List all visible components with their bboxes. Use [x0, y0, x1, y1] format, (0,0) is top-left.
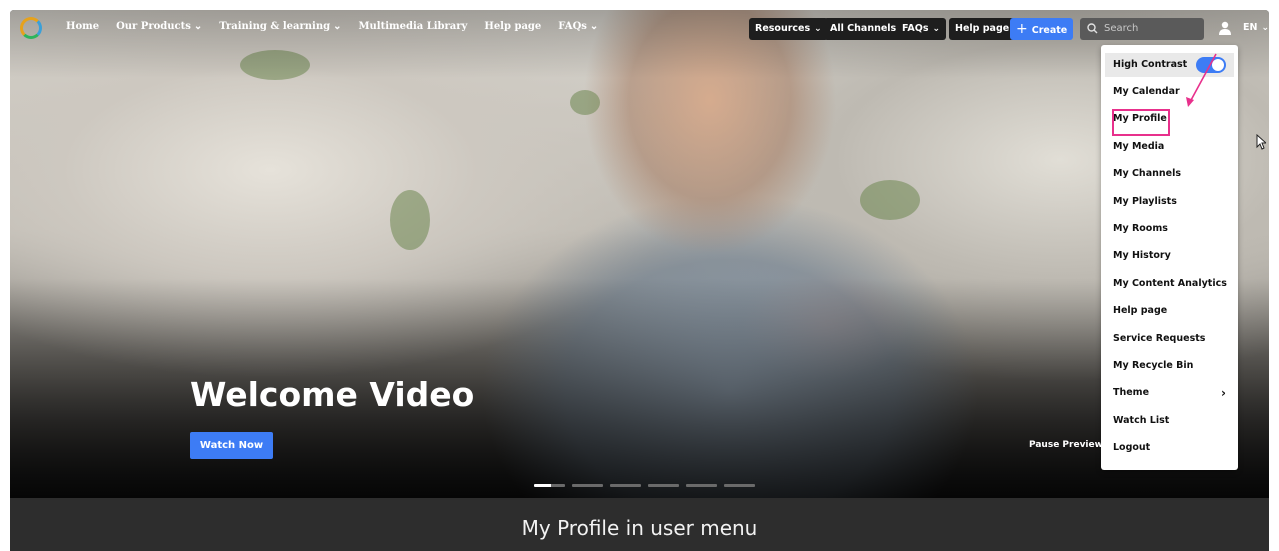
menu-item-my-recycle-bin[interactable]: My Recycle Bin — [1101, 354, 1238, 378]
carousel-dot[interactable] — [648, 484, 679, 487]
menu-item-label: Logout — [1113, 442, 1151, 454]
carousel-dot[interactable] — [610, 484, 641, 487]
menu-item-label: My Channels — [1113, 168, 1181, 180]
menu-item-service-requests[interactable]: Service Requests — [1101, 327, 1238, 351]
carousel-dot[interactable] — [534, 484, 565, 487]
user-icon[interactable] — [1218, 20, 1232, 36]
create-button[interactable]: + Create — [1010, 18, 1074, 40]
nav-link-multimedia-library[interactable]: Multimedia Library — [358, 21, 467, 32]
faqs-menu-button[interactable]: FAQs ⌄ — [896, 18, 947, 40]
nav-link-training-learning[interactable]: Training & learning — [219, 21, 330, 32]
menu-item-watch-list[interactable]: Watch List — [1101, 409, 1238, 433]
menu-item-label: Help page — [1113, 305, 1168, 317]
resources-menu-button[interactable]: Resources ⌄ — [749, 18, 828, 40]
chevron-down-icon: ⌄ — [193, 21, 203, 32]
page-frame: Home Our Products ⌄ Training & learning ⌄ Mul… — [10, 10, 1269, 551]
high-contrast-toggle-row[interactable]: High Contrast — [1105, 53, 1234, 77]
menu-item-logout[interactable]: Logout — [1101, 436, 1238, 460]
menu-item-label: My History — [1113, 250, 1171, 262]
menu-item-my-calendar[interactable]: My Calendar — [1101, 80, 1238, 104]
high-contrast-toggle[interactable] — [1196, 57, 1226, 73]
hero-overlay — [10, 10, 1269, 498]
menu-item-label: My Content Analytics — [1113, 277, 1227, 289]
menu-item-my-rooms[interactable]: My Rooms — [1101, 217, 1238, 241]
primary-nav-links: Home Our Products ⌄ Training & learning ⌄ Mul… — [66, 21, 598, 32]
chevron-right-icon: › — [1221, 386, 1226, 401]
menu-item-label: My Playlists — [1113, 195, 1177, 207]
menu-item-my-history[interactable]: My History — [1101, 244, 1238, 268]
top-navigation: Home Our Products ⌄ Training & learning ⌄ Mul… — [10, 10, 1269, 50]
menu-item-label: Theme — [1113, 387, 1150, 399]
all-channels-button[interactable]: All Channels — [824, 18, 903, 40]
menu-item-my-media[interactable]: My Media — [1101, 135, 1238, 159]
watch-now-button[interactable]: Watch Now — [190, 432, 273, 459]
my-profile-highlight-box — [1112, 109, 1170, 136]
plus-icon: + — [1016, 21, 1028, 37]
menu-item-label: My Rooms — [1113, 223, 1168, 234]
mouse-cursor-icon — [1256, 134, 1266, 150]
nav-link-faqs[interactable]: FAQs — [558, 21, 587, 32]
help-page-button[interactable]: Help page — [949, 18, 1016, 40]
menu-item-label: My Recycle Bin — [1113, 360, 1194, 371]
pause-preview-button[interactable]: Pause Preview — [1029, 440, 1103, 450]
hero-title: Welcome Video — [190, 375, 475, 414]
nav-link-home[interactable]: Home — [66, 21, 99, 32]
menu-item-label: Service Requests — [1113, 332, 1206, 344]
language-selector[interactable]: EN ⌄ — [1243, 22, 1269, 33]
menu-item-my-content-analytics[interactable]: My Content Analytics — [1101, 272, 1238, 296]
caption-bar: My Profile in user menu — [10, 498, 1269, 551]
carousel-dot[interactable] — [572, 484, 603, 487]
nav-link-our-products[interactable]: Our Products — [116, 21, 191, 32]
menu-item-label: My Calendar — [1113, 86, 1180, 97]
carousel-dot[interactable] — [724, 484, 755, 487]
chevron-down-icon: ⌄ — [589, 21, 599, 32]
carousel-indicators — [534, 484, 755, 487]
menu-item-my-playlists[interactable]: My Playlists — [1101, 190, 1238, 214]
search-icon — [1087, 23, 1098, 34]
carousel-dot[interactable] — [686, 484, 717, 487]
search-input[interactable]: Search — [1080, 18, 1204, 40]
menu-item-theme[interactable]: Theme › — [1101, 381, 1238, 405]
nav-link-help-page[interactable]: Help page — [484, 21, 541, 32]
menu-item-help-page[interactable]: Help page — [1101, 299, 1238, 323]
menu-item-label: Watch List — [1113, 414, 1170, 426]
chevron-down-icon: ⌄ — [333, 21, 342, 32]
menu-item-my-channels[interactable]: My Channels — [1101, 162, 1238, 186]
site-logo[interactable] — [20, 17, 42, 39]
menu-item-label: My Media — [1113, 140, 1165, 152]
